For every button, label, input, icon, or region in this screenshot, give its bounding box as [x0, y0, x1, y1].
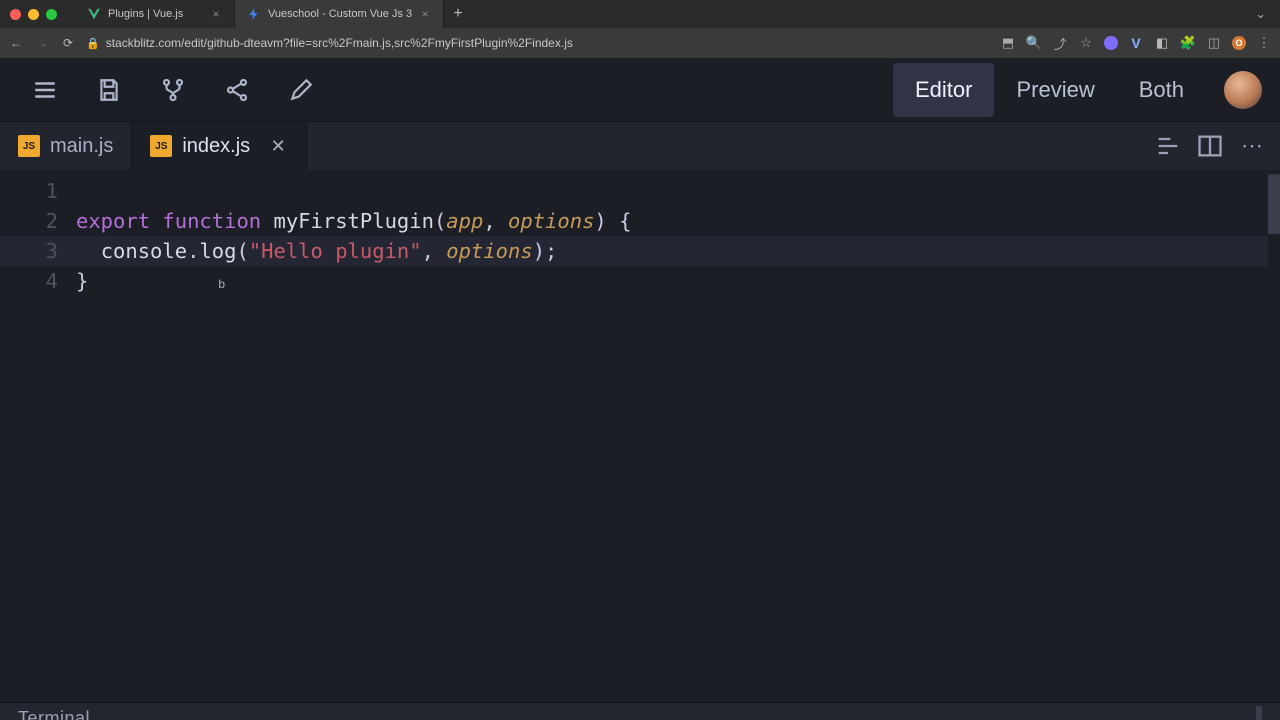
terminal-scrollbar[interactable]	[1256, 706, 1262, 720]
js-file-icon: JS	[150, 135, 172, 157]
window-minimize-button[interactable]	[28, 9, 39, 20]
hamburger-menu-button[interactable]	[18, 65, 72, 115]
browser-tab-1[interactable]: Vueschool - Custom Vue Js 3 ×	[235, 0, 444, 28]
zoom-icon[interactable]: 🔍	[1026, 35, 1042, 51]
share-url-icon[interactable]: ⤴	[1052, 35, 1068, 51]
browser-tab-0[interactable]: Plugins | Vue.js ×	[75, 0, 235, 28]
extension-1-icon[interactable]	[1104, 36, 1118, 50]
extension-2-icon[interactable]: V	[1128, 35, 1144, 51]
editor-more-icon[interactable]: ⋯	[1238, 132, 1266, 160]
url-text: stackblitz.com/edit/github-dteavm?file=s…	[106, 36, 573, 50]
editor-tab-label: main.js	[50, 135, 113, 158]
editor-tab-mainjs[interactable]: JS main.js	[0, 122, 132, 170]
editor-tab-close-icon[interactable]: ✕	[268, 136, 288, 156]
js-file-icon: JS	[18, 135, 40, 157]
save-button[interactable]	[82, 65, 136, 115]
editor-scrollbar-thumb[interactable]	[1268, 174, 1280, 234]
browser-tab-strip: Plugins | Vue.js × Vueschool - Custom Vu…	[0, 0, 1280, 28]
nav-reload-button[interactable]: ⟳	[60, 36, 76, 50]
tab-overflow-icon[interactable]: ⌄	[1255, 6, 1270, 22]
app-toolbar: Editor Preview Both	[0, 58, 1280, 122]
view-tab-editor[interactable]: Editor	[893, 63, 994, 117]
terminal-label: Terminal	[18, 708, 90, 720]
prettier-icon[interactable]	[1154, 132, 1182, 160]
window-traffic-lights	[10, 9, 57, 20]
share-button[interactable]	[210, 65, 264, 115]
nav-back-button[interactable]: ←	[8, 36, 24, 50]
lock-icon: 🔒	[86, 37, 100, 50]
browser-tab-title: Vueschool - Custom Vue Js 3	[268, 8, 412, 20]
favicon-vue-icon	[87, 7, 101, 21]
edit-pencil-button[interactable]	[274, 65, 328, 115]
tab-close-icon[interactable]: ×	[419, 8, 431, 20]
terminal-panel-header[interactable]: Terminal	[0, 702, 1280, 720]
install-app-icon[interactable]: ⬒	[1000, 35, 1016, 51]
tab-close-icon[interactable]: ×	[210, 8, 222, 20]
editor-tab-strip: JS main.js JS index.js ✕ ⋯	[0, 122, 1280, 170]
sidepanel-icon[interactable]: ◫	[1206, 35, 1222, 51]
window-maximize-button[interactable]	[46, 9, 57, 20]
window-close-button[interactable]	[10, 9, 21, 20]
editor-tab-indexjs[interactable]: JS index.js ✕	[132, 122, 307, 170]
line-number-gutter: 1 2 3 4	[0, 170, 76, 702]
mouse-cursor-indicator: b	[218, 269, 225, 299]
editor-tab-label: index.js	[182, 135, 250, 158]
fork-button[interactable]	[146, 65, 200, 115]
browser-tab-title: Plugins | Vue.js	[108, 8, 183, 20]
new-tab-button[interactable]: +	[444, 0, 472, 28]
browser-address-bar: ← → ⟳ 🔒 stackblitz.com/edit/github-dteav…	[0, 28, 1280, 58]
extensions-puzzle-icon[interactable]: 🧩	[1180, 35, 1196, 51]
code-content[interactable]: export function myFirstPlugin(app, optio…	[76, 170, 631, 702]
profile-avatar-icon[interactable]: O	[1232, 36, 1246, 50]
extension-3-icon[interactable]: ◧	[1154, 35, 1170, 51]
user-avatar[interactable]	[1224, 71, 1262, 109]
nav-forward-button[interactable]: →	[34, 36, 50, 50]
browser-menu-icon[interactable]: ⋮	[1256, 35, 1272, 51]
url-field[interactable]: 🔒 stackblitz.com/edit/github-dteavm?file…	[86, 36, 990, 50]
favicon-stackblitz-icon	[247, 7, 261, 21]
code-editor[interactable]: 1 2 3 4 export function myFirstPlugin(ap…	[0, 170, 1280, 702]
view-tab-preview[interactable]: Preview	[994, 63, 1116, 117]
split-editor-icon[interactable]	[1196, 132, 1224, 160]
view-tab-both[interactable]: Both	[1117, 63, 1206, 117]
bookmark-star-icon[interactable]: ☆	[1078, 35, 1094, 51]
